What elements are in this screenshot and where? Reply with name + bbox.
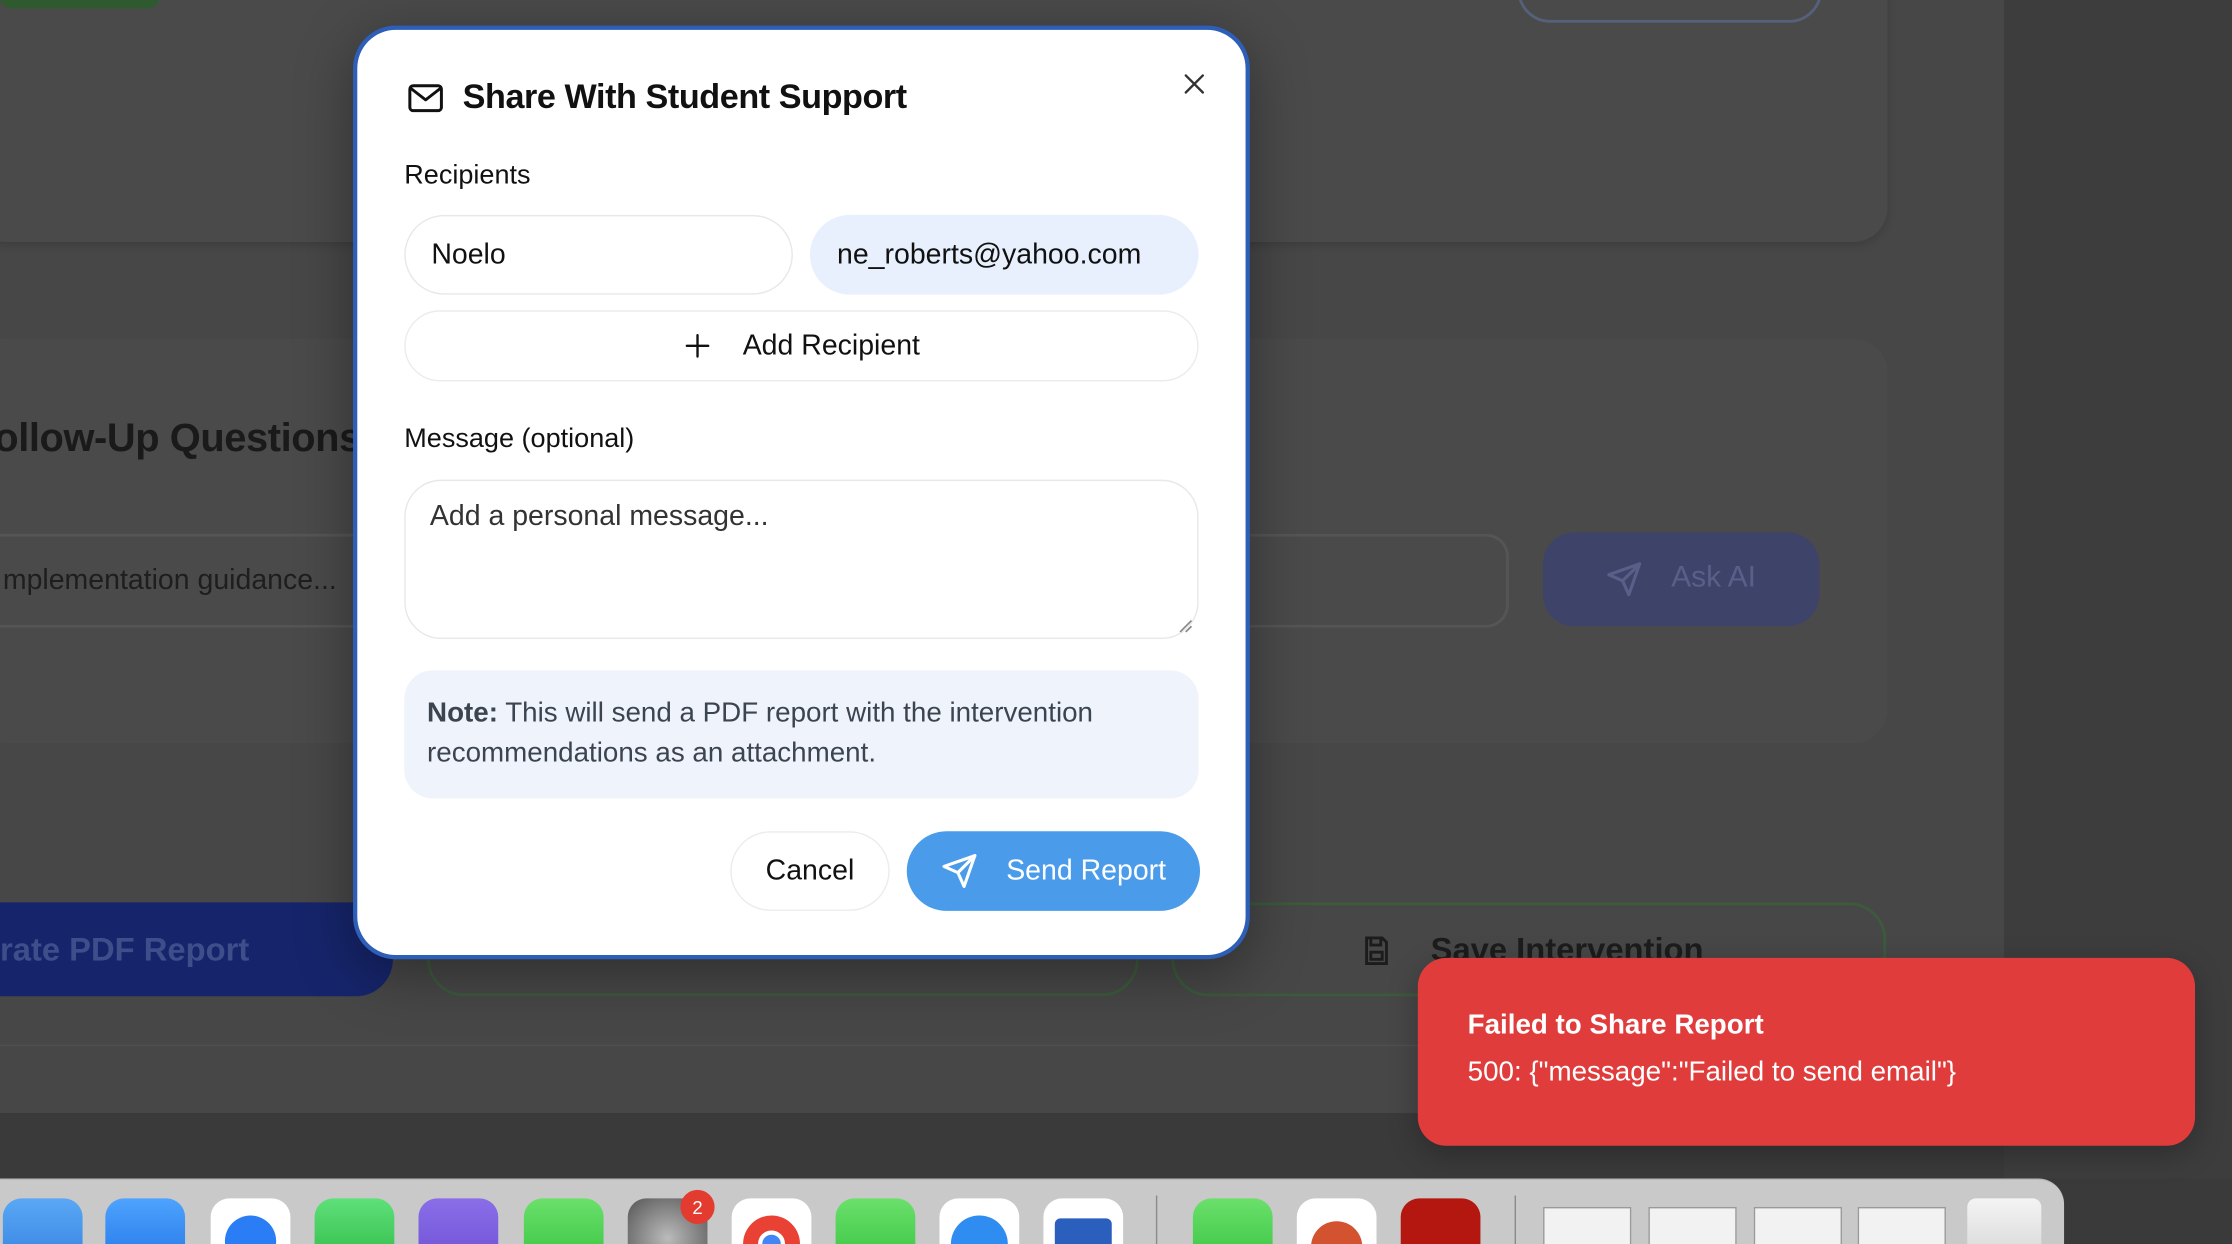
dock-separator [1514, 1195, 1517, 1244]
photos-icon[interactable] [105, 1198, 186, 1244]
error-toast[interactable]: Failed to Share Report 500: {"message":"… [1417, 957, 2196, 1146]
safari-icon[interactable] [939, 1198, 1020, 1244]
generate-pdf-label: rate PDF Report [0, 930, 250, 968]
follow-up-input-placeholder: mplementation guidance... [2, 565, 337, 597]
mail-icon [408, 84, 443, 113]
generate-pdf-button: rate PDF Report [0, 902, 393, 997]
close-icon [1184, 74, 1205, 94]
send-icon [1607, 562, 1642, 597]
send-report-label: Send Report [1006, 854, 1167, 887]
close-button[interactable] [1174, 64, 1214, 104]
messenger-glyph-icon [224, 1215, 277, 1244]
messenger-icon[interactable] [210, 1198, 291, 1244]
powerpoint-icon[interactable] [1296, 1198, 1377, 1244]
acrobat-icon[interactable] [1400, 1198, 1481, 1244]
window-thumbnail[interactable] [1648, 1206, 1737, 1244]
note-label: Note: [427, 697, 498, 729]
send-report-button[interactable]: Send Report [906, 831, 1201, 911]
safari-glyph-icon [950, 1215, 1008, 1244]
toast-message: 500: {"message":"Failed to send email"} [1467, 1056, 1957, 1088]
mail-icon[interactable] [2, 1198, 83, 1244]
background-pill-button [1517, 0, 1823, 23]
recipient-email-field[interactable]: ne_roberts@yahoo.com [809, 214, 1199, 295]
window-thumbnail[interactable] [1753, 1206, 1843, 1244]
chrome-glyph-icon [743, 1215, 800, 1244]
word-icon[interactable] [1043, 1198, 1124, 1244]
whatsapp-icon[interactable] [314, 1198, 395, 1244]
message-textarea[interactable]: Add a personal message... [404, 479, 1199, 640]
ask-ai-button: Ask AI [1543, 532, 1820, 627]
note-text: This will send a PDF report with the int… [427, 697, 1094, 769]
window-thumbnail[interactable] [1857, 1206, 1946, 1244]
message-placeholder: Add a personal message... [429, 501, 769, 533]
chrome-icon[interactable] [731, 1198, 812, 1244]
cancel-button[interactable]: Cancel [730, 831, 890, 911]
follow-up-input-end [1224, 533, 1509, 628]
send-icon [942, 854, 977, 889]
modal-title: Share With Student Support [462, 78, 908, 117]
viber-icon[interactable] [418, 1198, 499, 1244]
window-thumbnail[interactable] [1543, 1206, 1632, 1244]
ask-ai-label: Ask AI [1671, 560, 1756, 594]
add-recipient-button[interactable]: Add Recipient [404, 310, 1199, 382]
background-badge [0, 0, 160, 9]
dock-separator [1155, 1195, 1158, 1244]
wechat-icon[interactable] [1192, 1198, 1273, 1244]
facetime-icon[interactable] [835, 1198, 916, 1244]
recipients-label: Recipients [404, 160, 531, 191]
plus-icon [685, 334, 709, 358]
note-box: Note: This will send a PDF report with t… [404, 670, 1199, 799]
powerpoint-glyph-icon [1311, 1221, 1363, 1244]
follow-up-heading: ollow-Up Questions [0, 415, 361, 460]
resize-handle-icon[interactable] [1176, 616, 1193, 633]
messages-icon[interactable] [523, 1198, 604, 1244]
add-recipient-label: Add Recipient [742, 329, 920, 361]
recipient-name-field[interactable]: Noelo [404, 214, 793, 295]
trash-icon[interactable] [1967, 1198, 2042, 1244]
settings-badge: 2 [680, 1189, 715, 1225]
follow-up-input: mplementation guidance... [0, 533, 385, 628]
share-modal: Share With Student Support Recipients No… [353, 25, 1250, 960]
message-label: Message (optional) [404, 424, 635, 455]
save-icon [1365, 936, 1388, 965]
modal-header: Share With Student Support [406, 78, 907, 118]
toast-title: Failed to Share Report [1467, 1009, 1764, 1041]
word-glyph-icon [1054, 1218, 1112, 1244]
